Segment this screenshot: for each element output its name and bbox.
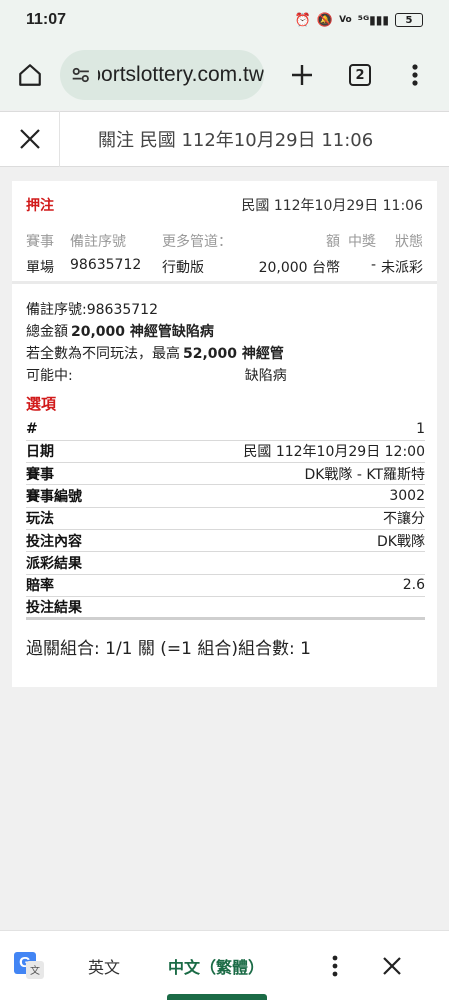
row-value: DK戰隊 [120, 529, 425, 553]
row-key: 賠率 [26, 574, 121, 597]
row-value: 3002 [120, 484, 425, 508]
url-text[interactable]: sportslottery.com.tw [98, 63, 264, 87]
site-settings-icon [72, 67, 89, 83]
lang-english-tab[interactable]: 英文 [88, 954, 120, 978]
col-header: 備註序號 [70, 234, 126, 250]
max-line: 若全數為不同玩法，最高 52,000 神經管 [26, 342, 425, 364]
summary-value: - [370, 257, 376, 273]
table-row: 賠率 2.6 [26, 574, 425, 597]
google-translate-icon: G 文 [14, 951, 44, 980]
possible-label: 可能中: [26, 368, 73, 384]
table-row: 賽事 DK戰隊 - KT羅斯特 [26, 462, 425, 486]
new-tab-button[interactable] [274, 45, 330, 105]
address-bar[interactable]: sportslottery.com.tw [60, 50, 264, 100]
volte-icon: Vo [339, 15, 352, 25]
lang-chinese-tab[interactable]: 中文（繁體） [168, 954, 264, 978]
row-key: 賽事編號 [26, 484, 121, 508]
serial-line: 備註序號:98635712 [26, 302, 158, 318]
translate-menu-button[interactable] [320, 946, 350, 986]
summary-value: 98635712 [70, 257, 142, 273]
bet-card: 押注 民國 112年10月29日 11:06 賽事 備註序號 更多管道： 額 中… [12, 181, 437, 687]
row-value: 民國 112年10月29日 12:00 [120, 440, 425, 464]
close-button[interactable] [0, 111, 60, 167]
possible-line: 可能中: 缺陷病 [26, 364, 425, 386]
bet-datetime: 民國 112年10月29日 11:06 [241, 198, 423, 214]
close-icon [19, 129, 40, 149]
browser-menu-button[interactable] [390, 45, 440, 105]
status-icons: ⏰ 🔕 Vo ⁵ᴳ▮▮▮ 5 [295, 13, 423, 28]
summary-value: 未派彩 [381, 260, 423, 276]
more-vert-icon [412, 64, 418, 86]
row-value: 1 [120, 418, 425, 441]
tab-switcher-button[interactable]: 2 [330, 45, 390, 105]
row-value: 2.6 [120, 574, 425, 597]
row-value: 不讓分 [120, 507, 425, 530]
close-icon [383, 956, 401, 975]
row-key: 投注內容 [26, 529, 121, 553]
col-header: 更多管道： [162, 234, 232, 250]
active-tab-indicator [167, 994, 267, 1000]
home-button[interactable] [0, 45, 60, 105]
bet-details: 備註序號:98635712 總金額 20,000 神經管缺陷病 若全數為不同玩法… [12, 284, 437, 659]
page-header: 關注 民國 112年10月29日 11:06 [0, 111, 449, 167]
table-row: # 1 [26, 418, 425, 441]
row-key: 賽事 [26, 462, 121, 486]
table-row: 玩法 不讓分 [26, 507, 425, 530]
plus-icon [292, 65, 312, 85]
home-icon [19, 64, 41, 86]
options-title: 選項 [26, 394, 57, 413]
col-header: 中獎 [348, 234, 376, 250]
page-title: 關注 民國 112年10月29日 11:06 [98, 130, 374, 151]
summary-values: 單場 98635712 行動版 20,000 台幣 - 未派彩 [26, 257, 423, 277]
col-header: 狀態 [395, 234, 423, 250]
table-row: 投注內容 DK戰隊 [26, 529, 425, 553]
row-key: 玩法 [26, 507, 121, 530]
table-row: 賽事編號 3002 [26, 484, 425, 508]
row-key: 投注結果 [26, 596, 121, 621]
row-key: 派彩結果 [26, 551, 121, 575]
row-value: DK戰隊 - KT羅斯特 [120, 462, 425, 486]
bet-label: 押注 [26, 198, 54, 214]
tab-count: 2 [349, 64, 371, 86]
battery-icon: 5 [395, 13, 423, 27]
max-amount: 52,000 神經管 [183, 346, 284, 362]
translate-bar: G 文 英文 中文（繁體） [0, 930, 449, 1000]
alarm-icon: ⏰ [294, 12, 311, 28]
summary-header: 賽事 備註序號 更多管道： 額 中獎 狀態 [26, 231, 423, 251]
more-vert-icon [332, 955, 338, 976]
total-line: 總金額 20,000 神經管缺陷病 [26, 320, 425, 342]
max-prefix: 若全數為不同玩法，最高 [26, 346, 180, 362]
translate-close-button[interactable] [372, 946, 412, 986]
options-table: # 1 日期 民國 112年10月29日 12:00 賽事 DK戰隊 - KT羅… [26, 418, 425, 621]
summary-value: 20,000 台幣 [258, 260, 340, 276]
table-row: 投注結果 [26, 596, 425, 621]
row-key: 日期 [26, 440, 121, 464]
5g-signal-icon: ⁵ᴳ▮▮▮ [357, 13, 389, 27]
row-key: # [26, 418, 121, 441]
col-header: 額 [326, 234, 340, 250]
browser-toolbar: sportslottery.com.tw 2 [0, 40, 449, 110]
summary-value: 單場 [26, 260, 54, 276]
table-row: 派彩結果 [26, 551, 425, 575]
row-value [120, 551, 425, 575]
table-row: 日期 民國 112年10月29日 12:00 [26, 440, 425, 464]
status-bar: 11:07 ⏰ 🔕 Vo ⁵ᴳ▮▮▮ 5 [0, 0, 449, 40]
summary-value: 行動版 [162, 260, 204, 276]
col-header: 賽事 [26, 234, 54, 250]
row-value [120, 596, 425, 621]
mute-icon: 🔕 [316, 12, 334, 28]
total-amount: 20,000 神經管缺陷病 [71, 324, 214, 340]
total-prefix: 總金額 [26, 324, 68, 340]
bet-summary: 押注 民國 112年10月29日 11:06 賽事 備註序號 更多管道： 額 中… [12, 181, 437, 284]
battery-level: 5 [405, 14, 413, 26]
combo-summary: 過關組合: 1/1 關 (=1 組合)組合數: 1 [26, 639, 311, 660]
possible-value: 缺陷病 [244, 368, 287, 384]
clock: 11:07 [26, 11, 67, 28]
